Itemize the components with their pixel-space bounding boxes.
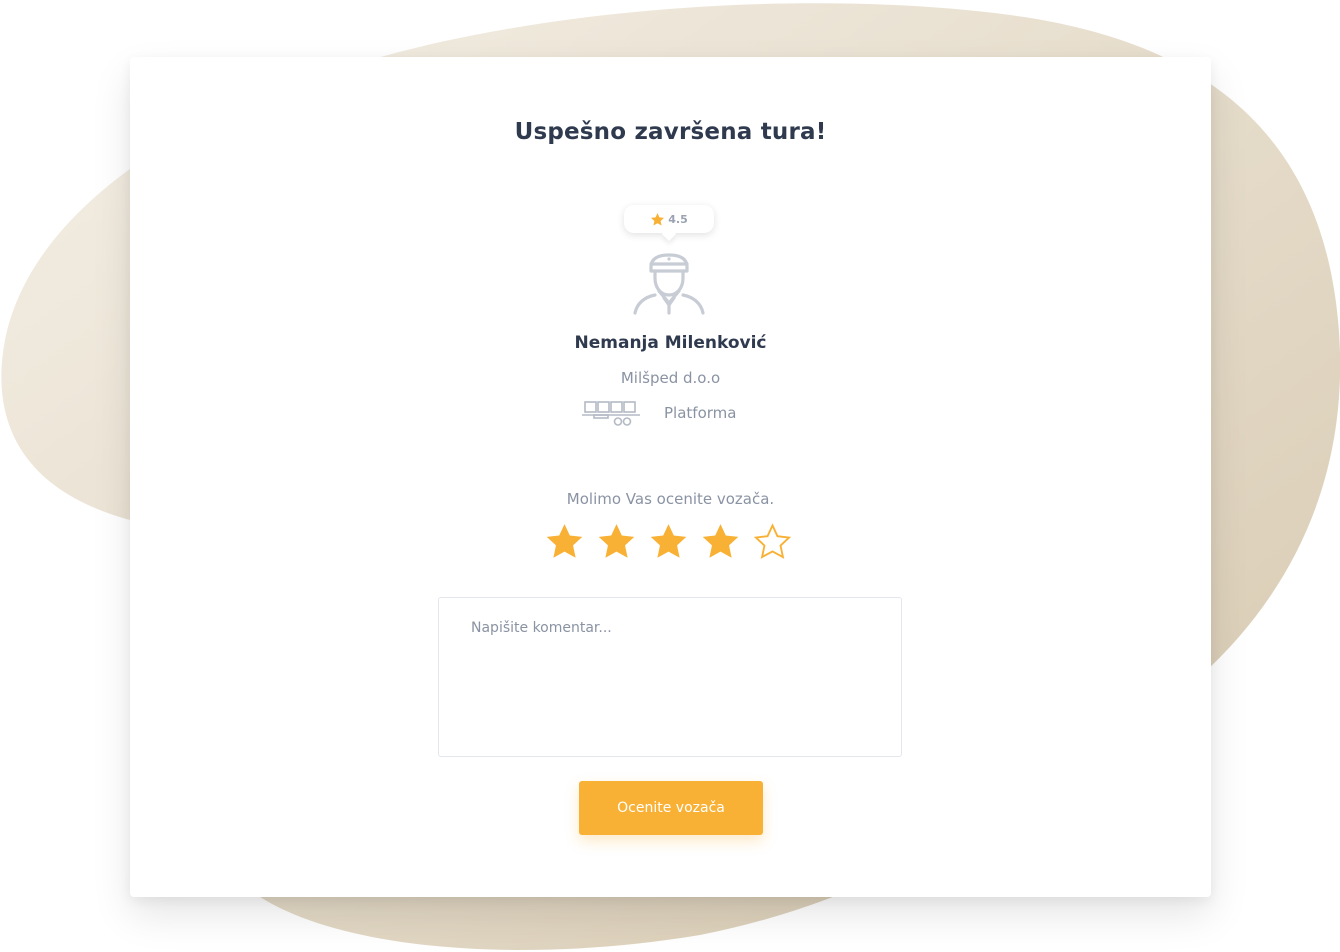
star-4-icon[interactable]: [700, 521, 741, 562]
driver-company: Milšped d.o.o: [620, 369, 721, 387]
driver-avatar-icon: [633, 253, 705, 315]
driver-rating-value: 4.5: [668, 212, 688, 226]
rate-driver-button[interactable]: Ocenite vozača: [579, 781, 763, 835]
star-rating[interactable]: [544, 521, 793, 562]
driver-name: Nemanja Milenković: [574, 333, 767, 353]
rating-prompt: Molimo Vas ocenite vozača.: [566, 490, 775, 508]
driver-rating-badge: 4.5: [624, 205, 714, 233]
star-5-icon[interactable]: [752, 521, 793, 562]
page-title: Uspešno završena tura!: [514, 119, 827, 145]
star-2-icon[interactable]: [596, 521, 637, 562]
star-1-icon[interactable]: [544, 521, 585, 562]
vehicle-info: Platforma: [580, 397, 736, 429]
star-icon: [650, 212, 665, 227]
comment-input[interactable]: [438, 597, 902, 757]
platform-trailer-icon: [582, 401, 640, 426]
star-3-icon[interactable]: [648, 521, 689, 562]
vehicle-type-label: Platforma: [664, 404, 737, 422]
rating-card: Uspešno završena tura! 4.5 Nemanja Milen…: [130, 57, 1211, 897]
